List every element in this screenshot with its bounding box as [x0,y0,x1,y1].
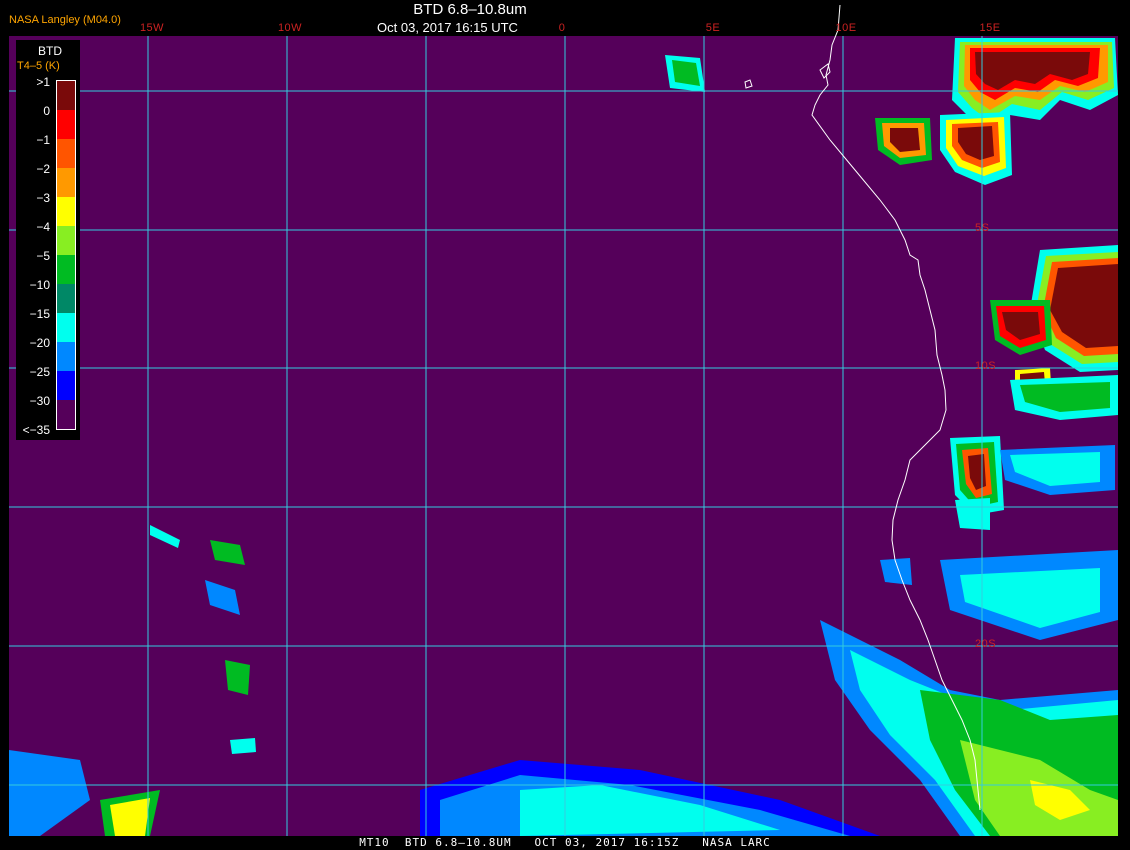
legend-label: <−35 [22,423,50,437]
legend-subtitle: T4–5 (K) [17,60,60,72]
lat-label-5s: 5S [975,222,990,234]
legend-swatch [57,400,75,429]
legend-swatch [57,313,75,342]
legend-label: −2 [36,162,50,176]
legend-swatch [57,342,75,371]
legend-swatch [57,81,75,110]
legend-swatch [57,284,75,313]
legend-label: 0 [43,104,50,118]
lon-label-10e: 10E [835,22,857,34]
legend-color-bar [56,80,76,430]
lat-label-20s: 20S [975,638,997,650]
legend-label: >1 [36,75,50,89]
lon-label-15w: 15W [139,22,165,34]
footer-caption: MT10 BTD 6.8–10.8UM OCT 03, 2017 16:15Z … [359,836,771,849]
lon-label-15e: 15E [979,22,1001,34]
legend-label: −30 [29,394,50,408]
lon-label-10w: 10W [277,22,303,34]
legend-swatch [57,110,75,139]
legend-swatch [57,139,75,168]
legend-label: −3 [36,191,50,205]
legend-swatch [57,226,75,255]
satellite-image-viewer: NASA Langley (M04.0) BTD 6.8–10.8um Oct … [0,0,1130,850]
legend-label: −25 [29,365,50,379]
legend-swatch [57,371,75,400]
observation-datetime: Oct 03, 2017 16:15 UTC [377,20,518,35]
legend-swatch [57,255,75,284]
legend-label: −15 [29,307,50,321]
btd-map [9,4,1118,836]
legend-swatch [57,168,75,197]
legend-label: −20 [29,336,50,350]
lon-label-0: 0 [558,22,566,34]
lon-label-5e: 5E [705,22,721,34]
legend-label: −10 [29,278,50,292]
legend-title: BTD [38,44,62,58]
legend-swatch [57,197,75,226]
legend-label: −1 [36,133,50,147]
legend-label: −4 [36,220,50,234]
legend-label: −5 [36,249,50,263]
lat-label-10s: 10S [975,360,997,372]
product-title: BTD 6.8–10.8um [413,1,527,18]
